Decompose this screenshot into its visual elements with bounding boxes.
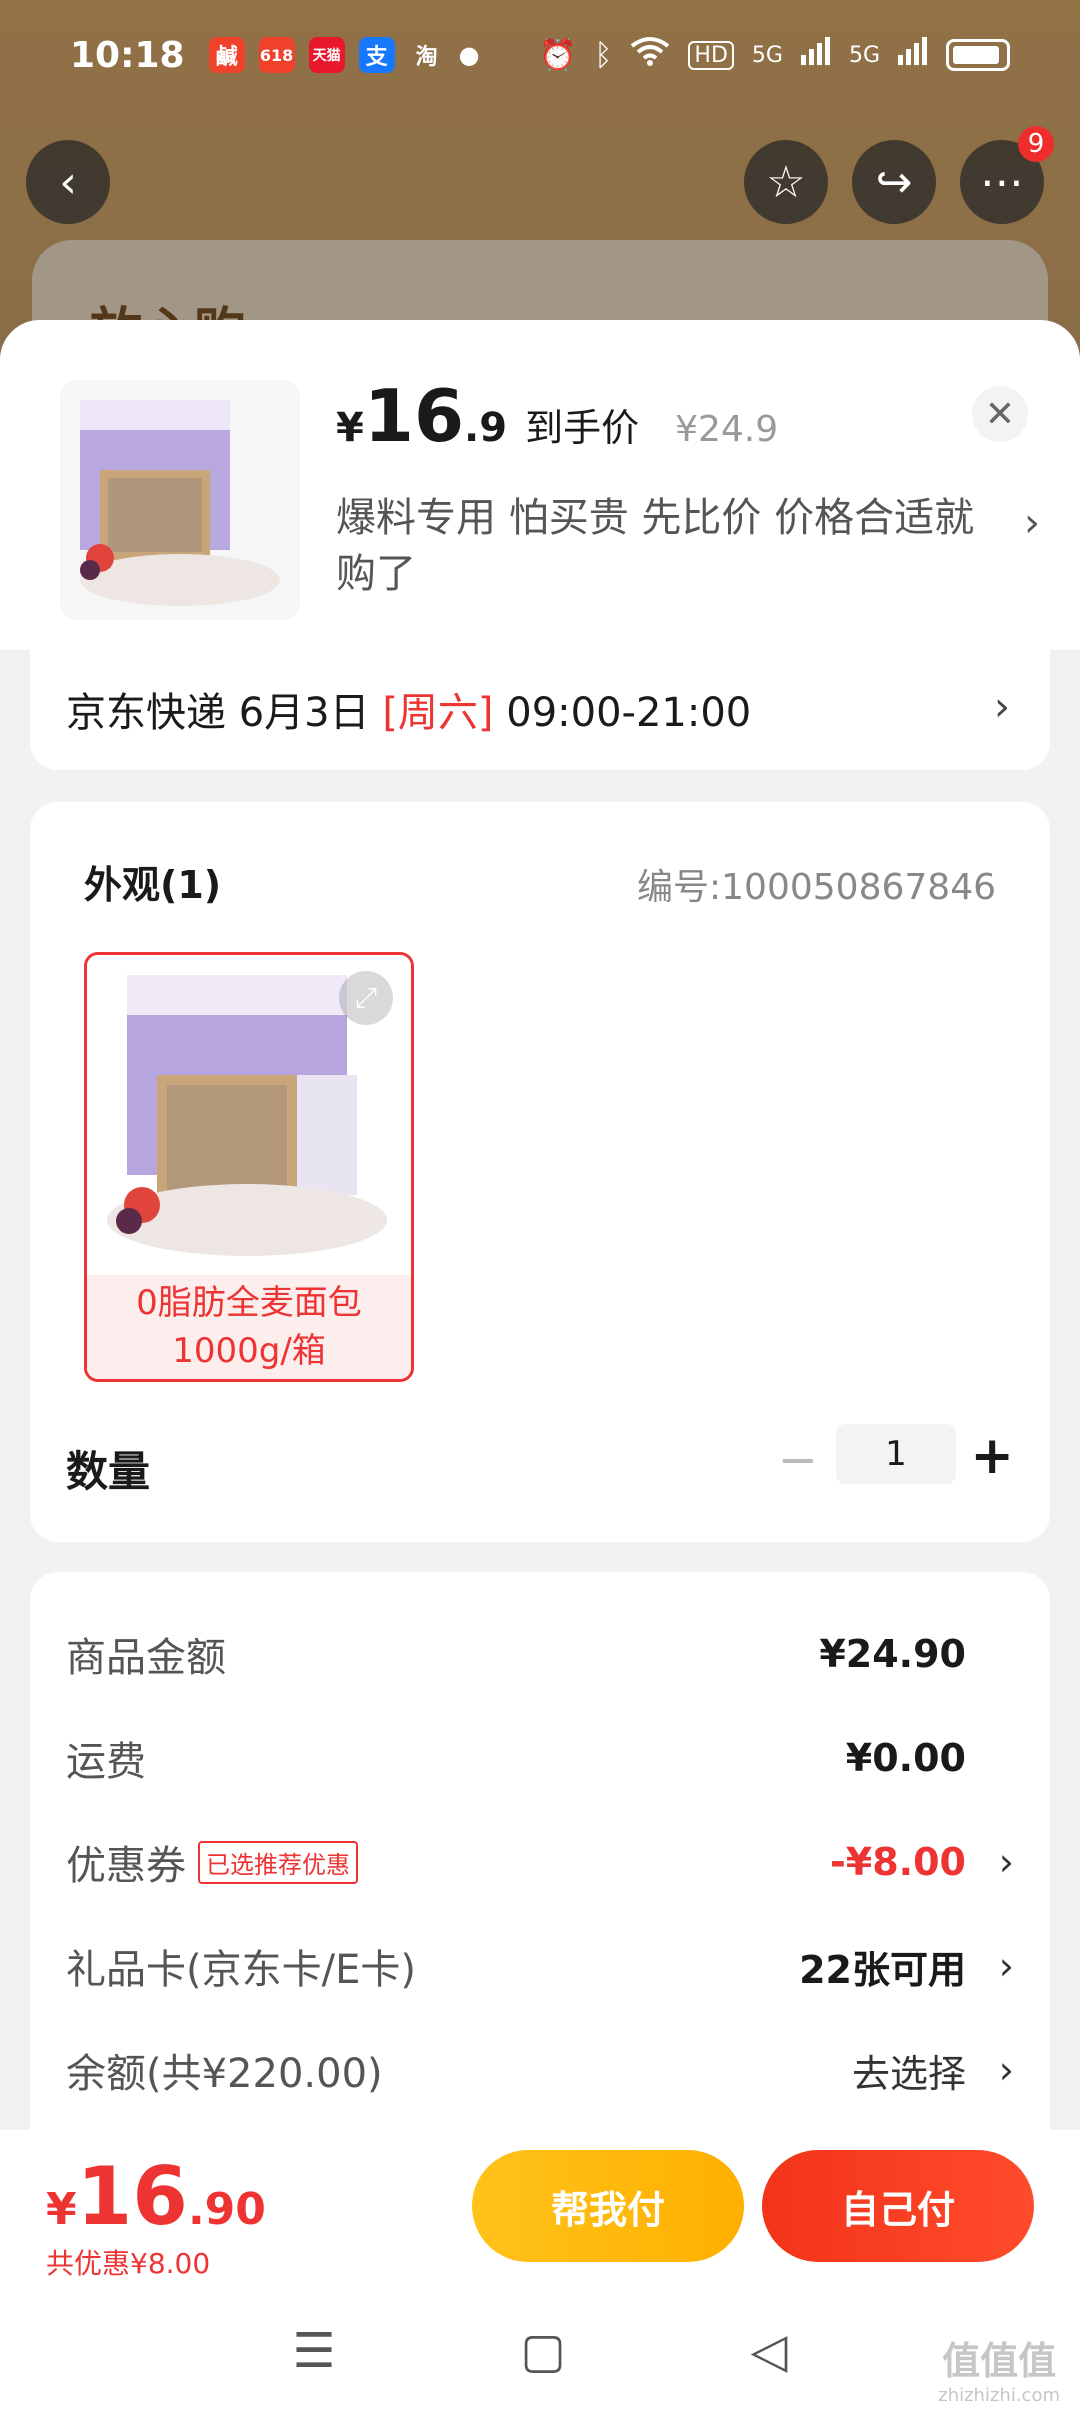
close-icon: ✕	[984, 393, 1016, 435]
back-button[interactable]: ‹	[26, 140, 110, 224]
home-icon[interactable]: ▢	[520, 2323, 565, 2379]
bluetooth-icon: ᛒ	[594, 37, 613, 73]
notification-dot-icon: ●	[458, 41, 480, 69]
chevron-right-icon: ›	[998, 2048, 1014, 2092]
total-discount: 共优惠¥8.00	[46, 2247, 211, 2280]
xianyu-icon: 鹹	[208, 37, 245, 73]
watermark: 值值值 zhizhizhi.com	[938, 2330, 1060, 2406]
variant-name: 0脂肪全麦面包	[136, 1283, 362, 1323]
variant-weight: 1000g/箱	[172, 1331, 326, 1371]
signal-5g-icon: 5G	[848, 42, 880, 68]
coupon-value: -¥8.00	[830, 1840, 966, 1884]
total-currency: ¥	[46, 2184, 77, 2235]
price-decimal: .9	[464, 405, 508, 451]
total-decimal: .90	[187, 2184, 266, 2235]
close-button[interactable]: ✕	[972, 386, 1028, 442]
signal-bars-icon	[898, 37, 928, 73]
favorite-button[interactable]: ☆	[744, 140, 828, 224]
variant-label: 0脂肪全麦面包 1000g/箱	[87, 1275, 411, 1379]
expand-icon[interactable]: ⤢	[339, 971, 393, 1025]
product-thumbnail	[60, 380, 300, 620]
balance-label: 余额(共¥220.00)	[66, 2051, 383, 2097]
quantity-increase-button[interactable]: +	[970, 1426, 1014, 1486]
checkout-sheet: ¥ 16 .9 到手价 ¥24.9 ✕ 爆料专用 怕买贵 先比价 价格合适就购了…	[0, 320, 1080, 2130]
total-price: ¥ 16 .90	[46, 2150, 266, 2243]
coupon-badge: 已选推荐优惠	[198, 1840, 358, 1884]
status-time: 10:18	[70, 34, 185, 76]
chevron-right-icon: ›	[994, 684, 1010, 730]
wifi-icon	[630, 36, 670, 74]
signal-5g-icon: 5G	[751, 42, 783, 68]
spec-title: 外观(1)	[84, 863, 222, 907]
more-button[interactable]: ⋯ 9	[960, 126, 1054, 224]
chevron-right-icon: ›	[1024, 500, 1040, 546]
tmall-icon: 天猫	[308, 37, 345, 73]
balance-value: 去选择	[851, 2051, 966, 2096]
shipping-value: ¥0.00	[845, 1736, 966, 1780]
spec-card: 外观(1) 编号:100050867846 ⤢ 0脂肪全麦面包 1000g/箱	[30, 802, 1050, 1542]
status-app-icons: 鹹 618 天猫 支 淘 ●	[208, 37, 480, 73]
delivery-time: 09:00-21:00	[493, 690, 752, 736]
coupon-label: 优惠券	[66, 1843, 186, 1889]
delivery-weekday: [周六]	[382, 690, 494, 736]
giftcard-value: 22张可用	[799, 1947, 966, 1992]
pay-myself-button[interactable]: 自己付	[762, 2150, 1034, 2262]
price-currency: ¥	[336, 405, 364, 451]
chevron-right-icon: ›	[998, 1840, 1014, 1884]
taobao-icon: 淘	[415, 45, 438, 70]
back-icon[interactable]: ◁	[751, 2323, 788, 2379]
status-right-icons: ⏰ ᛒ HD 5G 5G	[539, 36, 1010, 74]
delivery-card[interactable]: 京东快递 6月3日 [周六] 09:00-21:00 ›	[30, 650, 1050, 770]
promo-text[interactable]: 爆料专用 怕买贵 先比价 价格合适就购了	[336, 490, 976, 602]
alipay-icon: 支	[358, 37, 395, 73]
total-integer: 16	[76, 2150, 188, 2243]
shipping-label: 运费	[66, 1739, 146, 1785]
alarm-icon: ⏰	[539, 37, 577, 73]
watermark-url: zhizhizhi.com	[938, 2385, 1060, 2406]
star-icon: ☆	[766, 156, 806, 208]
price-tag: 到手价	[525, 406, 640, 450]
signal-bars-icon	[800, 37, 831, 73]
menu-icon[interactable]: ☰	[292, 2323, 335, 2379]
price-row: ¥ 16 .9 到手价 ¥24.9	[336, 374, 778, 458]
quantity-input[interactable]: 1	[836, 1424, 956, 1484]
shipping-row: 运费 ¥0.00	[66, 1728, 1014, 1788]
618-icon: 618	[258, 37, 295, 73]
share-button[interactable]: ↪	[852, 140, 936, 224]
goods-amount-value: ¥24.90	[819, 1632, 966, 1676]
bottom-pay-bar: ¥ 16 .90 共优惠¥8.00 帮我付 自己付	[0, 2130, 1080, 2290]
chevron-right-icon: ›	[998, 1944, 1014, 1988]
giftcard-row[interactable]: 礼品卡(京东卡/E卡) 22张可用 ›	[66, 1936, 1014, 1996]
giftcard-label: 礼品卡(京东卡/E卡)	[66, 1947, 416, 1993]
original-price: ¥24.9	[675, 409, 779, 450]
quantity-label: 数量	[66, 1447, 151, 1496]
battery-icon	[946, 39, 1010, 71]
notification-badge: 9	[1018, 126, 1054, 162]
delivery-info: 京东快递 6月3日 [周六] 09:00-21:00	[66, 680, 751, 738]
help-me-pay-button[interactable]: 帮我付	[472, 2150, 744, 2262]
hd-icon: HD	[688, 40, 734, 70]
delivery-date: 京东快递 6月3日	[66, 690, 383, 736]
goods-amount-row: 商品金额 ¥24.90	[66, 1624, 1014, 1684]
sheet-header: ¥ 16 .9 到手价 ¥24.9 ✕ 爆料专用 怕买贵 先比价 价格合适就购了…	[0, 320, 1080, 650]
watermark-title: 值值值	[942, 2339, 1057, 2383]
order-summary-card: 商品金额 ¥24.90 运费 ¥0.00 优惠券 已选推荐优惠 -¥8.00 ›…	[30, 1572, 1050, 2130]
variant-image: ⤢	[87, 955, 411, 1275]
share-icon: ↪	[875, 156, 913, 208]
goods-amount-label: 商品金额	[66, 1635, 226, 1681]
balance-row[interactable]: 余额(共¥220.00) 去选择 ›	[66, 2040, 1014, 2100]
price-integer: 16	[363, 374, 465, 458]
variant-option[interactable]: ⤢ 0脂肪全麦面包 1000g/箱	[84, 952, 414, 1382]
chevron-left-icon: ‹	[59, 156, 77, 208]
status-bar: 10:18 鹹 618 天猫 支 淘 ● ⏰ ᛒ HD 5G 5G	[0, 0, 1080, 110]
coupon-row[interactable]: 优惠券 已选推荐优惠 -¥8.00 ›	[66, 1832, 1014, 1892]
quantity-decrease-button[interactable]: −	[778, 1432, 818, 1488]
more-icon: ⋯	[980, 156, 1024, 208]
system-nav-bar: ☰ ▢ ◁	[0, 2290, 1080, 2412]
product-sku: 编号:100050867846	[637, 867, 996, 908]
